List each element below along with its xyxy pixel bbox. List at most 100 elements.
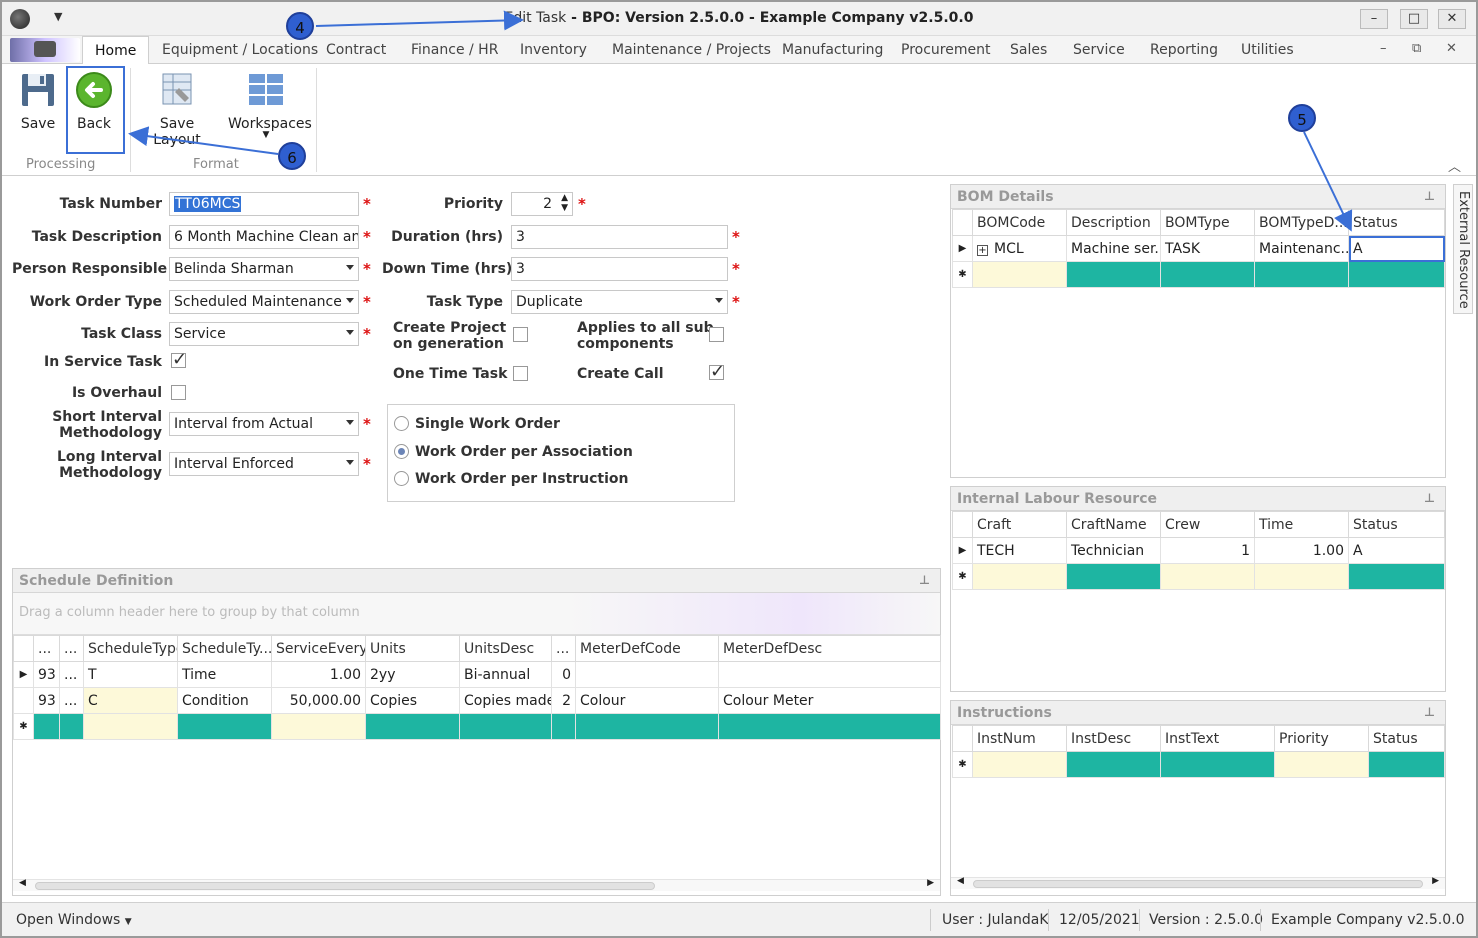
new-cell[interactable] xyxy=(1254,261,1349,288)
radio-single-work-order[interactable]: Single Work Order xyxy=(394,416,560,432)
mdi-restore-icon[interactable]: ⧉ xyxy=(1412,41,1421,56)
column-header[interactable]: Status xyxy=(1348,209,1445,236)
table-cell[interactable] xyxy=(718,661,941,688)
new-cell[interactable] xyxy=(83,713,178,740)
is-overhaul-checkbox[interactable] xyxy=(171,385,186,400)
table-row[interactable]: ▶ TECH Technician 1 1.00 A xyxy=(952,537,1445,564)
table-cell[interactable]: 0 xyxy=(551,661,576,688)
column-header[interactable]: ... xyxy=(33,635,60,662)
new-cell[interactable] xyxy=(1066,261,1161,288)
tab-contract[interactable]: Contract xyxy=(326,42,386,58)
new-cell[interactable] xyxy=(1160,261,1255,288)
scroll-right-icon[interactable]: ▶ xyxy=(927,878,934,888)
column-header[interactable]: ... xyxy=(551,635,576,662)
new-cell[interactable] xyxy=(972,563,1067,590)
mdi-close-icon[interactable]: ✕ xyxy=(1446,41,1457,56)
spinner-arrows-icon[interactable]: ▲ ▼ xyxy=(561,193,568,213)
column-header[interactable]: ServiceEvery xyxy=(271,635,366,662)
table-row[interactable]: 93 ... C Condition 50,000.00 Copies Copi… xyxy=(13,687,941,714)
column-header[interactable]: InstDesc xyxy=(1066,725,1161,752)
new-cell[interactable] xyxy=(365,713,460,740)
table-cell[interactable]: Colour xyxy=(575,687,719,714)
scroll-right-icon[interactable]: ▶ xyxy=(1432,876,1439,886)
column-header[interactable]: UnitsDesc xyxy=(459,635,552,662)
work-order-type-select[interactable]: Scheduled Maintenance xyxy=(169,290,359,314)
tab-home[interactable]: Home xyxy=(82,36,150,65)
radio-work-order-per-instruction[interactable]: Work Order per Instruction xyxy=(394,471,629,487)
maximize-button[interactable]: □ xyxy=(1400,9,1428,29)
new-cell[interactable] xyxy=(1348,261,1445,288)
new-row[interactable]: ✱ xyxy=(13,713,941,740)
new-cell[interactable] xyxy=(1274,751,1369,778)
save-button[interactable]: Save xyxy=(16,68,60,132)
column-header[interactable]: ScheduleTy... xyxy=(177,635,272,662)
table-cell[interactable]: 2yy xyxy=(365,661,460,688)
pin-icon[interactable]: ⊥ xyxy=(1424,491,1435,505)
table-row[interactable]: ▶ + MCL Machine ser... TASK Maintenanc...… xyxy=(952,235,1445,262)
new-cell[interactable] xyxy=(718,713,941,740)
tab-equipment-locations[interactable]: Equipment / Locations xyxy=(162,42,318,58)
new-cell[interactable] xyxy=(1254,563,1349,590)
application-menu-button[interactable] xyxy=(10,38,80,62)
external-resource-side-tab[interactable]: External Resource xyxy=(1453,184,1473,314)
scrollbar-thumb[interactable] xyxy=(973,880,1423,888)
table-cell[interactable]: TASK xyxy=(1160,235,1255,262)
table-cell[interactable]: Copies xyxy=(365,687,460,714)
create-project-checkbox[interactable] xyxy=(513,327,528,342)
scroll-left-icon[interactable]: ◀ xyxy=(19,878,26,888)
column-header[interactable]: BOMCode xyxy=(972,209,1067,236)
new-cell[interactable] xyxy=(1348,563,1445,590)
new-cell[interactable] xyxy=(972,261,1067,288)
new-cell[interactable] xyxy=(33,713,60,740)
task-type-select[interactable]: Duplicate xyxy=(511,290,728,314)
new-cell[interactable] xyxy=(459,713,552,740)
column-header[interactable]: ... xyxy=(59,635,84,662)
table-cell[interactable]: 1 xyxy=(1160,537,1255,564)
column-header[interactable]: Crew xyxy=(1160,511,1255,538)
table-cell[interactable]: + MCL xyxy=(972,235,1067,262)
short-interval-select[interactable]: Interval from Actual xyxy=(169,412,359,436)
radio-work-order-per-association[interactable]: Work Order per Association xyxy=(394,444,633,460)
in-service-task-checkbox[interactable]: ✓ xyxy=(171,351,187,369)
table-cell[interactable]: ... xyxy=(59,687,84,714)
column-header[interactable]: MeterDefDesc xyxy=(718,635,941,662)
save-layout-button[interactable]: Save Layout xyxy=(136,68,218,148)
task-number-input[interactable]: TT06MCS xyxy=(169,192,359,216)
minimize-button[interactable]: – xyxy=(1360,9,1388,29)
schedule-horizontal-scrollbar[interactable]: ◀ ▶ xyxy=(13,878,940,891)
close-button[interactable]: ✕ xyxy=(1438,9,1466,29)
column-header[interactable]: InstNum xyxy=(972,725,1067,752)
column-header[interactable]: Time xyxy=(1254,511,1349,538)
new-cell[interactable] xyxy=(1066,563,1161,590)
column-header[interactable]: BOMTypeD... xyxy=(1254,209,1349,236)
pin-icon[interactable]: ⊥ xyxy=(919,573,930,587)
column-header[interactable]: Description xyxy=(1066,209,1161,236)
new-cell[interactable] xyxy=(1066,751,1161,778)
table-cell[interactable]: T xyxy=(83,661,178,688)
pin-icon[interactable]: ⊥ xyxy=(1424,705,1435,719)
tab-sales[interactable]: Sales xyxy=(1010,42,1047,58)
table-cell[interactable]: 93 xyxy=(33,661,60,688)
pin-icon[interactable]: ⊥ xyxy=(1424,189,1435,203)
table-cell[interactable]: C xyxy=(83,687,178,714)
column-header[interactable]: Units xyxy=(365,635,460,662)
new-cell[interactable] xyxy=(575,713,719,740)
group-by-hint[interactable]: Drag a column header here to group by th… xyxy=(13,593,940,635)
tab-service[interactable]: Service xyxy=(1073,42,1125,58)
new-cell[interactable] xyxy=(59,713,84,740)
person-responsible-select[interactable]: Belinda Sharman xyxy=(169,257,359,281)
table-cell[interactable]: Colour Meter xyxy=(718,687,941,714)
tab-inventory[interactable]: Inventory xyxy=(520,42,587,58)
applies-to-sub-checkbox[interactable] xyxy=(709,327,724,342)
column-header[interactable]: Priority xyxy=(1274,725,1369,752)
bom-status-cell-highlighted[interactable]: A xyxy=(1348,235,1445,262)
one-time-task-checkbox[interactable] xyxy=(513,366,528,381)
column-header[interactable]: BOMType xyxy=(1160,209,1255,236)
scroll-left-icon[interactable]: ◀ xyxy=(957,876,964,886)
column-header[interactable]: ScheduleType xyxy=(83,635,178,662)
task-class-select[interactable]: Service xyxy=(169,322,359,346)
priority-spinner[interactable]: 2 ▲ ▼ xyxy=(511,192,573,216)
task-description-input[interactable]: 6 Month Machine Clean and Se xyxy=(169,225,359,249)
workspaces-button[interactable]: Workspaces ▼ xyxy=(228,68,312,140)
tab-maintenance-projects[interactable]: Maintenance / Projects xyxy=(612,42,771,58)
